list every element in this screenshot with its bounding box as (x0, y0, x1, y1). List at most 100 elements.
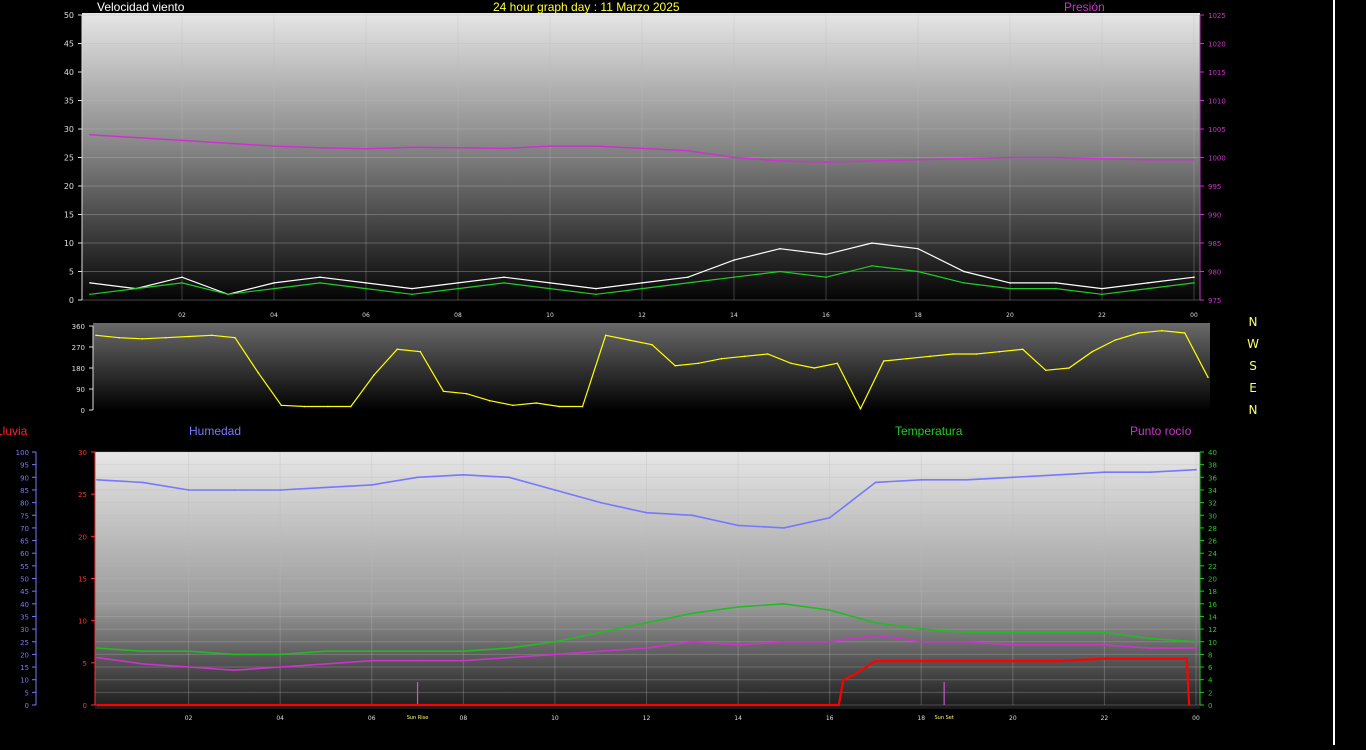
data-point (851, 674, 854, 677)
wind-y-tick-label: 30 (64, 125, 74, 134)
humidity-y-tick-label: 45 (20, 588, 29, 596)
data-point (1193, 276, 1195, 279)
data-point (508, 476, 510, 479)
data-point (581, 405, 584, 408)
temp-y-tick-label: 10 (1208, 639, 1217, 647)
data-point (1195, 647, 1197, 649)
data-point (1101, 157, 1103, 160)
data-point (737, 644, 739, 646)
direction-y-tick-label: 180 (72, 365, 85, 373)
weather-x-tick-label: 08 (460, 715, 468, 722)
data-point (465, 392, 468, 395)
data-point (733, 259, 735, 261)
wind-x-tick-label: 22 (1098, 312, 1106, 319)
rain-label: Lluvia (0, 424, 28, 438)
data-point (998, 350, 1001, 353)
data-point (512, 404, 514, 407)
data-point (462, 659, 465, 662)
data-point (489, 399, 491, 402)
data-point (952, 353, 954, 355)
weather-x-tick-label: 04 (276, 715, 284, 722)
data-point (227, 142, 229, 145)
data-point (1103, 471, 1106, 474)
temp-y-tick-label: 2 (1208, 689, 1212, 697)
temp-y-tick-label: 6 (1208, 664, 1213, 672)
temp-y-tick-label: 16 (1208, 601, 1217, 609)
data-point (1045, 369, 1047, 372)
data-point (1193, 159, 1195, 161)
humidity-y-tick-label: 40 (20, 601, 29, 609)
data-point (273, 282, 275, 284)
humidity-y-tick-label: 70 (20, 525, 29, 533)
data-point (181, 276, 183, 279)
data-point (1021, 348, 1024, 351)
humidity-y-tick-label: 55 (20, 563, 29, 571)
data-point (963, 282, 965, 284)
rain-y-tick-label: 15 (78, 576, 87, 584)
data-point (416, 476, 419, 479)
temp-y-tick-label: 28 (1208, 525, 1217, 533)
temp-y-tick-label: 30 (1208, 512, 1217, 520)
data-point (1055, 282, 1057, 284)
data-point (641, 147, 643, 150)
data-point (743, 355, 746, 358)
data-point (1114, 339, 1117, 341)
data-point (779, 247, 781, 250)
data-point (842, 678, 845, 681)
wind-x-tick-label: 14 (730, 312, 738, 319)
wind-x-tick-label: 10 (546, 312, 554, 319)
data-point (373, 374, 375, 376)
temp-y-tick-label: 12 (1208, 626, 1217, 634)
data-point (874, 634, 877, 637)
data-point (595, 293, 597, 296)
wind-x-tick-label: 18 (914, 312, 922, 319)
pressure-y-tick-label: 980 (1208, 269, 1221, 277)
data-point (319, 147, 321, 149)
data-point (233, 489, 236, 491)
data-point (365, 148, 367, 150)
pressure-y-tick-label: 1010 (1208, 98, 1226, 106)
data-point (96, 647, 98, 649)
weather-x-tick-label: 18 (917, 715, 925, 722)
wind-y-tick-label: 45 (64, 40, 74, 49)
direction-y-tick-label: 0 (81, 407, 85, 415)
data-point (1011, 631, 1014, 634)
compass-label: W (1247, 337, 1259, 351)
data-point (1055, 156, 1057, 159)
humidity-y-tick-label: 60 (20, 550, 29, 558)
data-point (503, 147, 505, 150)
humidity-y-tick-label: 85 (20, 487, 29, 495)
data-point (604, 334, 607, 337)
wind-y-tick-label: 40 (64, 68, 74, 77)
humidity-y-tick-label: 0 (25, 702, 29, 710)
data-point (319, 276, 321, 279)
right-border-line (1333, 0, 1335, 745)
temp-y-tick-label: 40 (1208, 449, 1217, 457)
pressure-y-tick-label: 975 (1208, 297, 1221, 305)
data-point (767, 353, 769, 355)
data-point (920, 478, 923, 481)
pressure-label: Presión (1064, 0, 1105, 14)
data-point (411, 146, 413, 148)
data-point (89, 282, 91, 284)
data-point (645, 621, 648, 624)
data-point (737, 606, 739, 608)
data-point (783, 527, 785, 529)
data-point (882, 360, 885, 362)
compass-label: E (1249, 381, 1257, 395)
data-point (233, 653, 236, 656)
data-point (687, 276, 689, 279)
data-point (1207, 376, 1209, 379)
data-point (920, 660, 923, 662)
data-point (929, 355, 931, 358)
data-point (871, 242, 873, 244)
temp-y-tick-label: 0 (1208, 702, 1212, 710)
data-point (917, 270, 919, 273)
data-point (674, 364, 676, 367)
data-point (325, 650, 327, 653)
direction-y-tick-label: 270 (72, 344, 85, 352)
data-point (457, 282, 459, 284)
data-point (273, 287, 275, 290)
data-point (1103, 631, 1106, 634)
data-point (691, 514, 694, 517)
